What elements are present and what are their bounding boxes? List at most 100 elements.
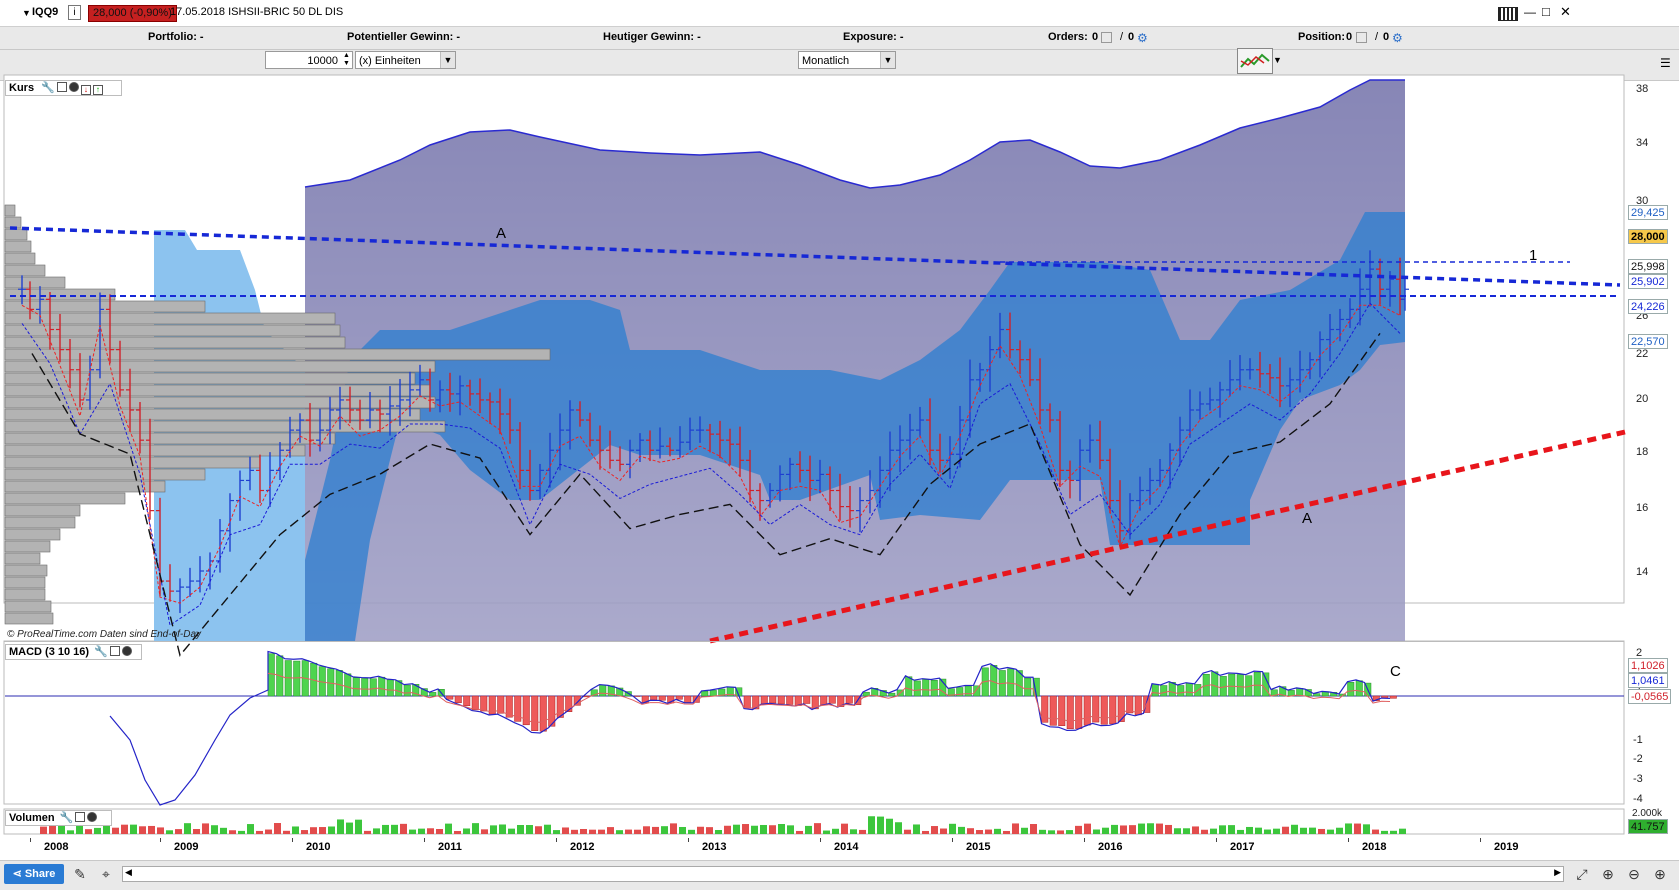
scroll-right-icon[interactable]: ▶ <box>1554 867 1561 878</box>
volume-bar <box>598 830 605 834</box>
volume-bar <box>868 816 875 834</box>
panel-divider <box>4 641 1624 642</box>
orders-gear-icon[interactable]: ⚙ <box>1137 31 1148 45</box>
volume-profile-bar <box>5 541 50 552</box>
keyboard-icon[interactable] <box>1498 7 1518 21</box>
macd-histogram-bar <box>1178 685 1185 696</box>
macd-histogram-bar <box>1152 684 1159 696</box>
y-tick: 14 <box>1636 566 1648 578</box>
macd-y-tick: -3 <box>1633 773 1643 785</box>
volume-bar <box>1138 824 1145 834</box>
macd-histogram-bar <box>761 696 768 704</box>
volume-bar <box>787 825 794 834</box>
volume-bar <box>148 826 155 834</box>
period-select[interactable]: Monatlich ▼ <box>798 51 896 69</box>
volume-bar <box>103 825 110 834</box>
macd-histogram-bar <box>294 661 301 696</box>
volume-bar <box>1075 826 1082 834</box>
volume-bar <box>175 829 182 834</box>
window-icon[interactable] <box>57 82 67 92</box>
volume-bar <box>1390 831 1397 834</box>
volume-profile-bar <box>5 589 45 600</box>
macd-histogram-bar <box>328 669 335 696</box>
macd-histogram-bar <box>1390 696 1397 698</box>
macd-histogram-bar <box>540 696 547 731</box>
volume-bar <box>337 819 344 834</box>
volume-bar <box>1237 830 1244 834</box>
instrument-title: 17.05.2018 ISHSII-BRIC 50 DL DIS <box>170 6 343 18</box>
volume-bar <box>283 831 290 834</box>
quantity-input[interactable]: 10000 <box>265 51 353 69</box>
close-icon[interactable] <box>87 812 97 822</box>
volume-bar <box>346 823 353 834</box>
x-axis-year: 2011 <box>438 841 462 853</box>
window-icon[interactable] <box>75 812 85 822</box>
zoom-fit-icon[interactable]: ⤢ <box>1572 864 1592 884</box>
window-icon[interactable] <box>110 646 120 656</box>
volume-bar <box>634 830 641 834</box>
volume-bar <box>418 829 425 834</box>
wrench-icon[interactable]: 🔧 <box>41 82 55 94</box>
move-up-icon[interactable]: ↑ <box>93 85 103 95</box>
chart-canvas[interactable]: A A 1 C © ProRealTime.com Daten sind End… <box>0 74 1679 860</box>
volume-bar <box>382 825 389 834</box>
wrench-icon[interactable]: 🔧 <box>94 646 108 658</box>
price-panel-header: Kurs 🔧↓↑ <box>5 80 122 96</box>
symbol-dropdown-icon[interactable]: ▼ <box>22 8 31 18</box>
last-price-badge: 28,000 <box>1628 229 1668 244</box>
close-icon[interactable] <box>122 646 132 656</box>
panel-options-icon[interactable]: ☰ <box>1660 56 1671 70</box>
macd-y-tick: -2 <box>1633 753 1643 765</box>
macd-histogram-bar <box>387 680 394 696</box>
volume-profile-bar <box>5 469 205 480</box>
zoom-in-icon[interactable]: ⊕ <box>1650 864 1670 884</box>
maximize-button[interactable]: □ <box>1542 4 1550 19</box>
position-list-icon[interactable] <box>1356 32 1367 43</box>
wrench-icon[interactable]: 🔧 <box>60 812 74 824</box>
x-axis-tick <box>1216 838 1217 842</box>
volume-bar <box>1093 830 1100 834</box>
cursor-icon[interactable]: ⌖ <box>96 864 116 884</box>
info-icon[interactable]: i <box>68 5 81 20</box>
orders-list-icon[interactable] <box>1101 32 1112 43</box>
drawing-tools-icon[interactable]: ✎ <box>70 864 90 884</box>
volume-bar <box>904 830 911 834</box>
minimize-button[interactable]: — <box>1524 5 1536 19</box>
share-button[interactable]: ⋖ Share <box>4 864 64 884</box>
macd-histogram-bar <box>447 696 454 699</box>
chart-type-chevron-icon[interactable]: ▼ <box>1273 55 1282 65</box>
volume-bar <box>1264 830 1271 834</box>
volume-bar <box>508 829 515 834</box>
volume-bar <box>130 825 137 834</box>
zoom-out-icon[interactable]: ⊖ <box>1624 864 1644 884</box>
position-gear-icon[interactable]: ⚙ <box>1392 31 1403 45</box>
scroll-left-icon[interactable]: ◀ <box>125 867 132 878</box>
symbol-label[interactable]: IQQ9 <box>32 6 58 18</box>
volume-bar <box>1084 824 1091 834</box>
volume-bar <box>1255 828 1262 834</box>
quantity-stepper[interactable]: ▲▼ <box>341 52 352 68</box>
x-axis-tick <box>160 838 161 842</box>
macd-histogram-bar <box>1110 696 1117 724</box>
close-button[interactable]: ✕ <box>1560 4 1571 20</box>
volume-profile-bar <box>5 601 51 612</box>
volume-bar <box>1156 824 1163 834</box>
macd-histogram-bar <box>906 677 913 696</box>
zoom-area-icon[interactable]: ⊕ <box>1598 864 1618 884</box>
horizontal-scrollbar[interactable]: ◀ ▶ <box>122 866 1564 882</box>
x-axis-year: 2017 <box>1230 841 1254 853</box>
macd-histogram-bar <box>651 696 658 700</box>
x-axis-tick <box>30 838 31 842</box>
x-axis-tick <box>952 838 953 842</box>
move-down-icon[interactable]: ↓ <box>81 85 91 95</box>
x-axis-tick <box>820 838 821 842</box>
x-axis: 2008200920102011201220132014201520162017… <box>0 838 1679 858</box>
macd-panel-label: MACD (3 10 16) <box>9 646 89 658</box>
chart-type-button[interactable] <box>1237 48 1273 74</box>
volume-bar <box>1327 830 1334 834</box>
unit-select[interactable]: (x) Einheiten ▼ <box>355 51 456 69</box>
macd-histogram-bar <box>1356 681 1363 696</box>
chart-style-icon <box>1238 49 1272 73</box>
close-icon[interactable] <box>69 82 79 92</box>
chevron-down-icon: ▼ <box>440 52 455 68</box>
